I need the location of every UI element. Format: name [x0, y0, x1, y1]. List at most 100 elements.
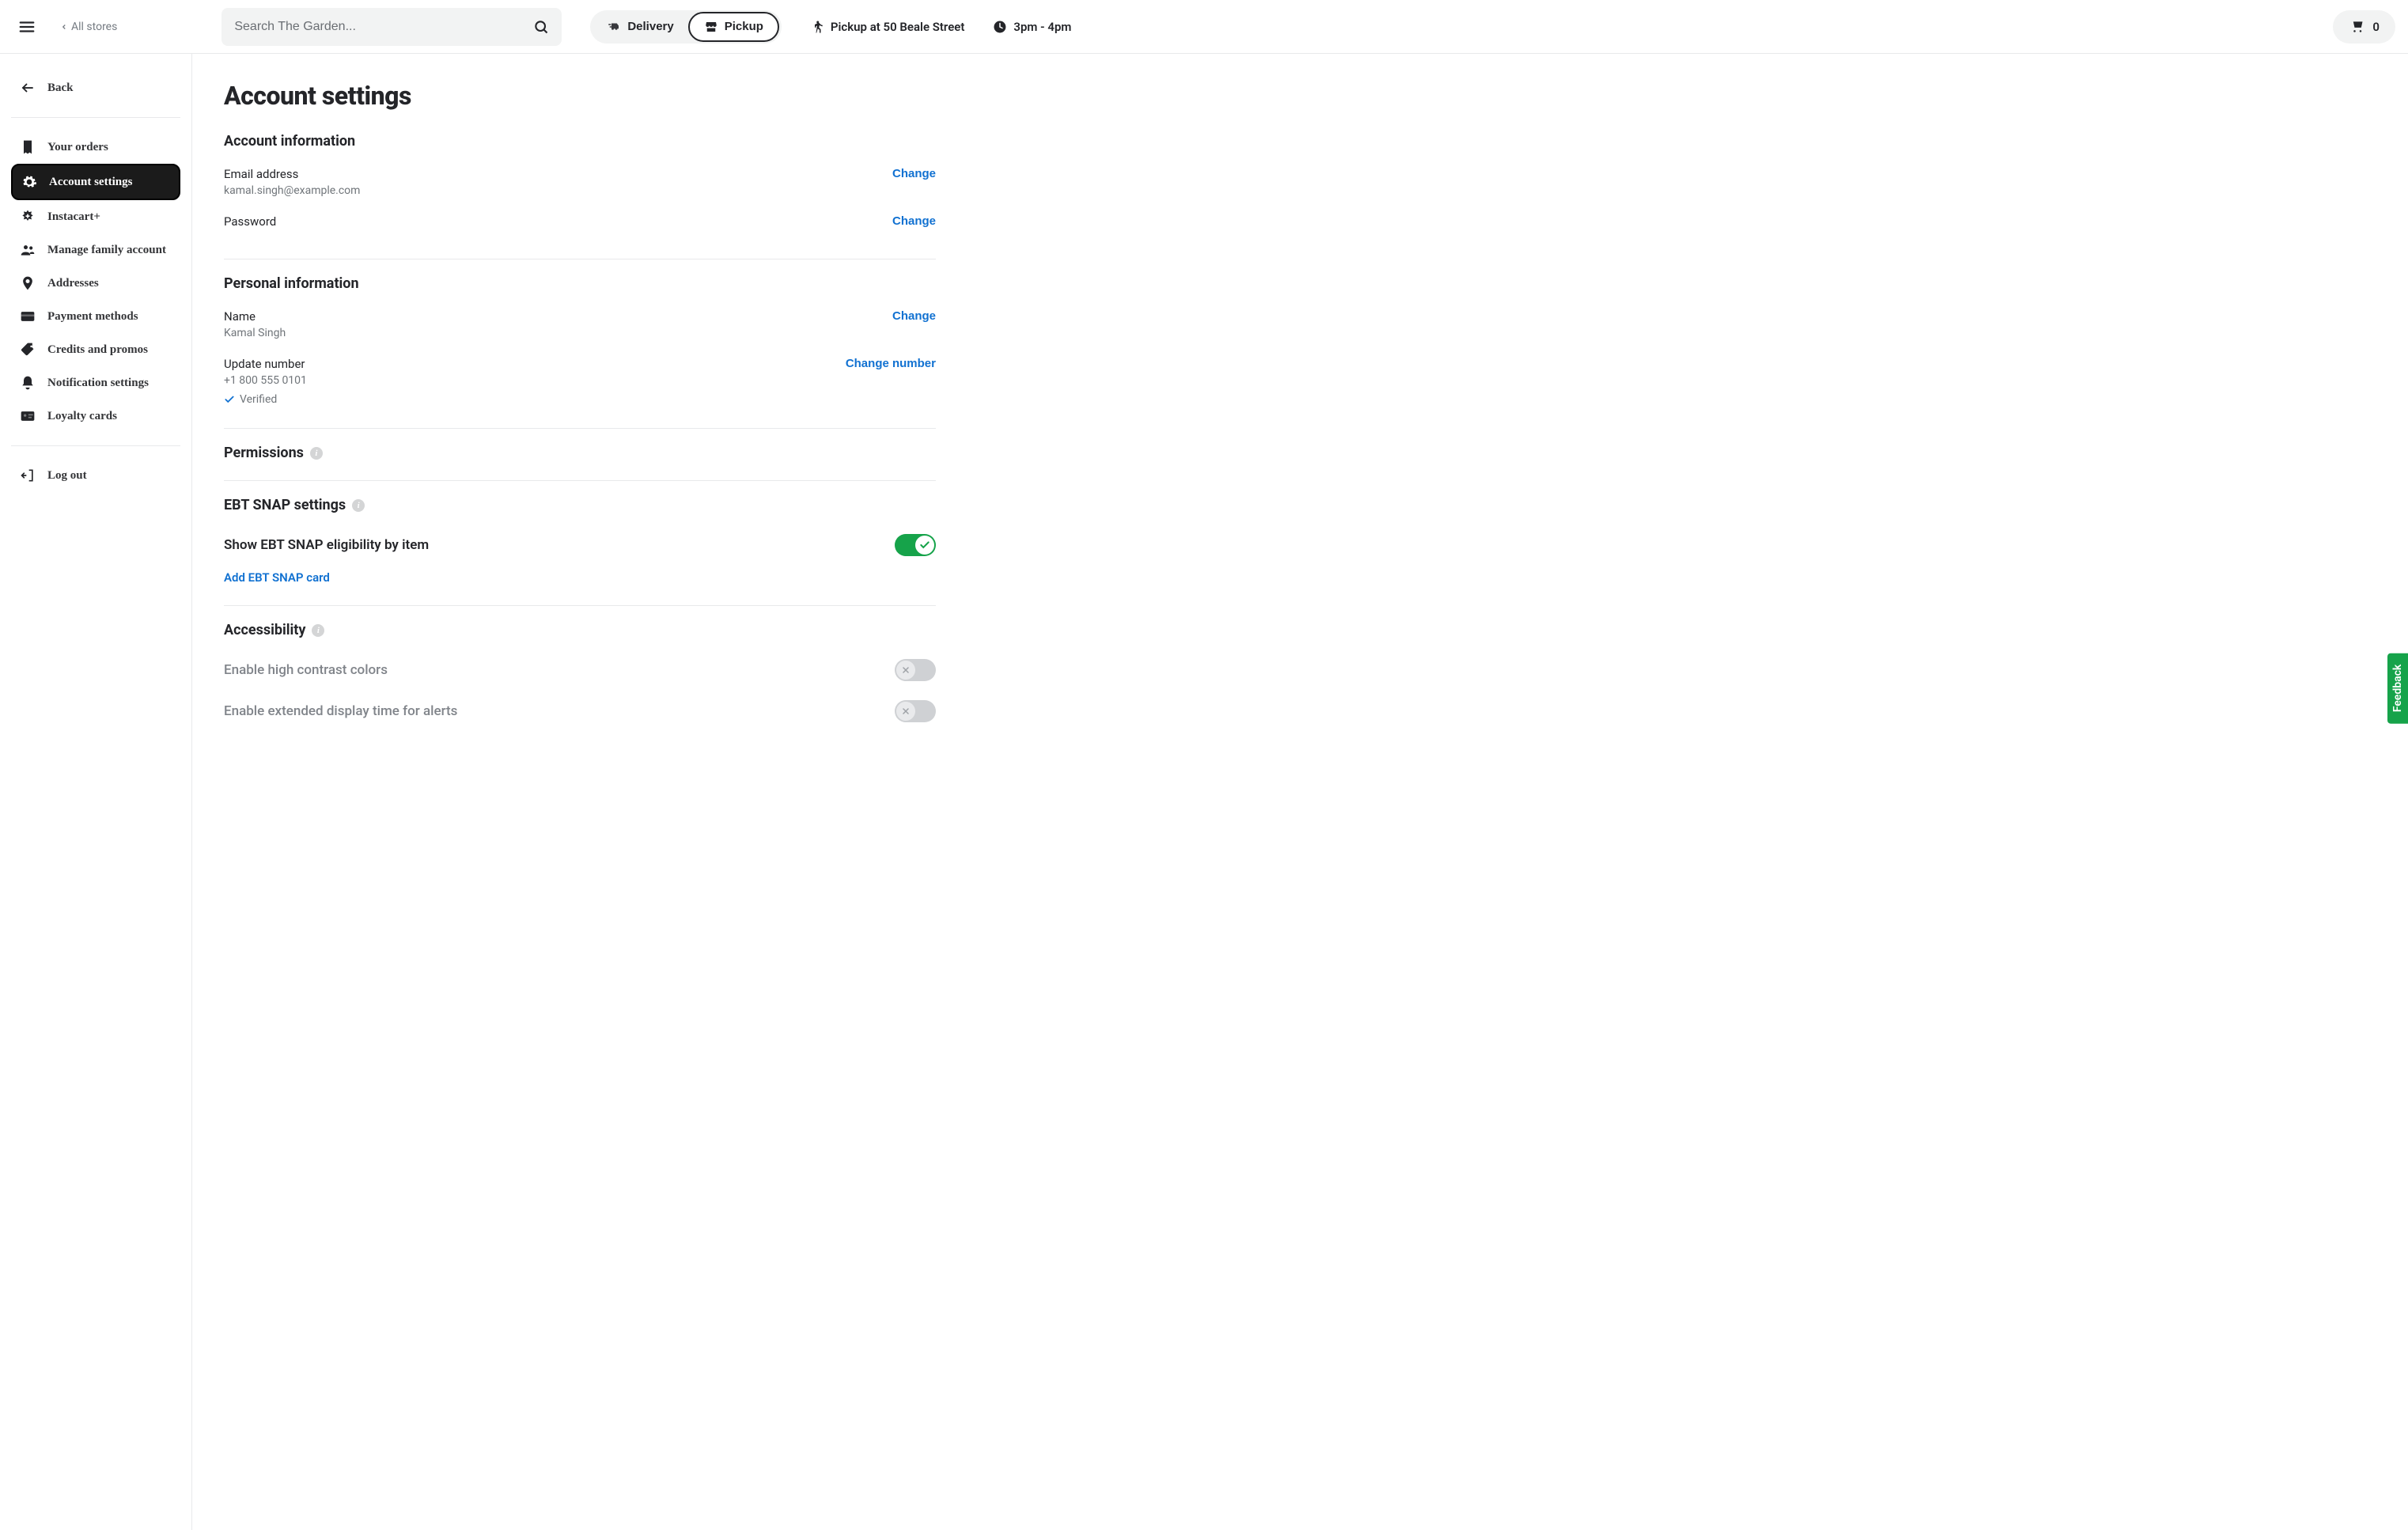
- check-icon: [919, 540, 930, 551]
- info-icon[interactable]: i: [352, 499, 365, 512]
- header: All stores Delivery Pickup Pickup at 50 …: [0, 0, 2408, 54]
- sidebar-item-label: Addresses: [47, 277, 99, 290]
- sidebar-item-instacart-plus[interactable]: Instacart+: [11, 200, 180, 233]
- high-contrast-label: Enable high contrast colors: [224, 662, 388, 678]
- sidebar-back[interactable]: Back: [11, 71, 180, 104]
- sidebar-item-label: Notification settings: [47, 377, 149, 390]
- logout-icon: [19, 467, 36, 484]
- sidebar-item-label: Account settings: [49, 176, 132, 189]
- cart-button[interactable]: 0: [2333, 10, 2395, 44]
- change-name-button[interactable]: Change: [892, 309, 936, 323]
- sidebar-item-label: Credits and promos: [47, 343, 148, 357]
- email-label: Email address: [224, 167, 360, 181]
- phone-label: Update number: [224, 357, 307, 371]
- chevron-left-icon: [60, 23, 68, 31]
- section-personal-info: Personal information Name Kamal Singh Ch…: [224, 259, 936, 409]
- toggle-knob: [896, 661, 915, 680]
- sidebar-item-notifications[interactable]: Notification settings: [11, 366, 180, 400]
- sidebar-item-label: Loyalty cards: [47, 410, 117, 423]
- main-content: Account settings Account information Ema…: [192, 54, 967, 1530]
- sidebar-item-payment[interactable]: Payment methods: [11, 300, 180, 333]
- divider: [11, 117, 180, 118]
- section-heading: Permissions i: [224, 445, 936, 461]
- email-value: kamal.singh@example.com: [224, 184, 360, 197]
- section-heading: EBT SNAP settings i: [224, 497, 936, 513]
- add-ebt-card-link[interactable]: Add EBT SNAP card: [224, 566, 330, 586]
- info-icon[interactable]: i: [312, 624, 324, 637]
- x-icon: [901, 706, 911, 716]
- people-icon: [19, 241, 36, 259]
- store-icon: [704, 20, 718, 34]
- sidebar-item-family[interactable]: Manage family account: [11, 233, 180, 267]
- plus-badge-icon: [19, 208, 36, 225]
- row-phone: Update number +1 800 555 0101 Verified C…: [224, 350, 936, 409]
- sidebar-item-loyalty[interactable]: Loyalty cards: [11, 400, 180, 433]
- sidebar-back-label: Back: [47, 81, 74, 95]
- section-permissions: Permissions i: [224, 428, 936, 461]
- ebt-eligibility-label: Show EBT SNAP eligibility by item: [224, 537, 429, 553]
- name-label: Name: [224, 309, 286, 324]
- location-pin-icon: [19, 275, 36, 292]
- divider: [11, 445, 180, 446]
- sidebar-item-label: Your orders: [47, 141, 108, 154]
- toggle-extended-time[interactable]: [895, 700, 936, 722]
- sidebar-item-your-orders[interactable]: Your orders: [11, 131, 180, 164]
- info-icon[interactable]: i: [310, 447, 323, 460]
- gear-icon: [21, 173, 38, 191]
- row-extended-time: Enable extended display time for alerts: [224, 691, 936, 732]
- row-name: Name Kamal Singh Change: [224, 303, 936, 350]
- feedback-label: Feedback: [2391, 665, 2404, 713]
- sidebar-item-account-settings[interactable]: Account settings: [11, 164, 180, 200]
- cart-icon: [2349, 19, 2364, 35]
- phone-value: +1 800 555 0101: [224, 374, 307, 387]
- row-password: Password Change: [224, 208, 936, 240]
- check-icon: [224, 394, 235, 405]
- search-wrap: [221, 8, 562, 46]
- bell-icon: [19, 374, 36, 392]
- delivery-button[interactable]: Delivery: [593, 13, 687, 41]
- search-input[interactable]: [221, 8, 562, 46]
- sidebar-logout-label: Log out: [47, 469, 87, 483]
- feedback-tab[interactable]: Feedback: [2387, 653, 2408, 724]
- delivery-label: Delivery: [627, 20, 673, 33]
- toggle-high-contrast[interactable]: [895, 659, 936, 681]
- card-icon: [19, 308, 36, 325]
- toggle-knob: [915, 536, 934, 555]
- receipt-icon: [19, 138, 36, 156]
- all-stores-label: All stores: [71, 21, 117, 33]
- accessibility-heading-text: Accessibility: [224, 622, 305, 638]
- toggle-ebt-eligibility[interactable]: [895, 534, 936, 556]
- sidebar-item-addresses[interactable]: Addresses: [11, 267, 180, 300]
- menu-button[interactable]: [13, 13, 41, 41]
- sidebar: Back Your orders Account settings Instac…: [0, 54, 192, 1530]
- section-heading: Accessibility i: [224, 622, 936, 638]
- change-password-button[interactable]: Change: [892, 214, 936, 228]
- section-account-info: Account information Email address kamal.…: [224, 133, 936, 240]
- all-stores-link[interactable]: All stores: [60, 21, 117, 33]
- page-title: Account settings: [224, 81, 936, 111]
- sidebar-item-label: Instacart+: [47, 210, 100, 224]
- section-ebt: EBT SNAP settings i Show EBT SNAP eligib…: [224, 480, 936, 586]
- x-icon: [901, 665, 911, 675]
- sidebar-item-credits[interactable]: Credits and promos: [11, 333, 180, 366]
- clock-icon: [993, 20, 1007, 34]
- cart-count: 0: [2372, 20, 2380, 34]
- sidebar-logout[interactable]: Log out: [11, 459, 180, 492]
- change-number-button[interactable]: Change number: [846, 357, 936, 370]
- change-email-button[interactable]: Change: [892, 167, 936, 180]
- pickup-location-button[interactable]: Pickup at 50 Beale Street: [810, 20, 964, 34]
- password-label: Password: [224, 214, 276, 229]
- delivery-icon: [607, 20, 621, 34]
- arrow-left-icon: [19, 79, 36, 97]
- permissions-heading-text: Permissions: [224, 445, 304, 461]
- search-button[interactable]: [525, 11, 557, 43]
- section-heading: Personal information: [224, 275, 936, 292]
- pickup-button[interactable]: Pickup: [688, 12, 779, 42]
- pickup-location-text: Pickup at 50 Beale Street: [831, 20, 964, 34]
- name-value: Kamal Singh: [224, 327, 286, 339]
- id-card-icon: [19, 407, 36, 425]
- time-window-button[interactable]: 3pm - 4pm: [993, 20, 1071, 34]
- row-ebt-eligibility: Show EBT SNAP eligibility by item: [224, 525, 936, 566]
- extended-time-label: Enable extended display time for alerts: [224, 703, 457, 719]
- sidebar-item-label: Payment methods: [47, 310, 138, 324]
